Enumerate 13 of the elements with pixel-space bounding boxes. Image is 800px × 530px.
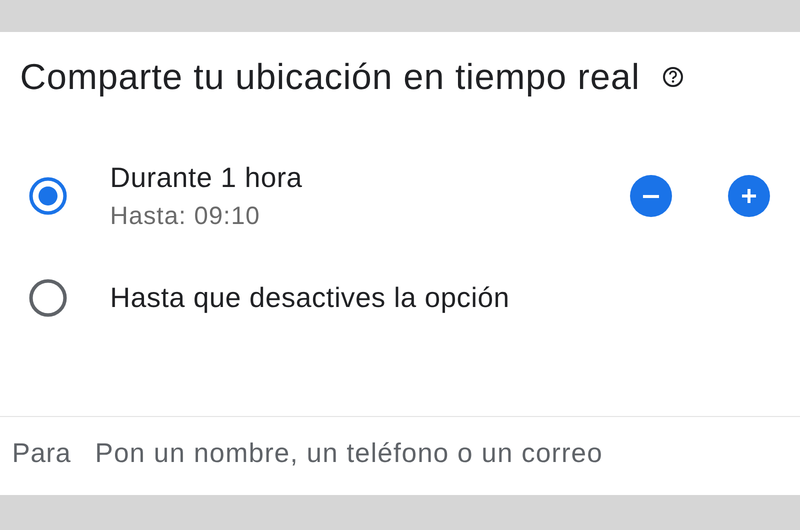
end-time-text: Hasta: 09:10 [110,202,262,230]
option-label: Durante 1 hora [110,162,304,194]
help-icon[interactable] [662,66,684,88]
radio-button[interactable] [28,278,68,318]
decrease-button[interactable] [630,175,672,217]
plus-icon [739,186,759,206]
minus-icon [643,194,659,198]
to-label: Para [12,438,72,468]
recipient-field[interactable]: Pon un nombre, un teléfono o un correo [95,438,736,468]
radio-button[interactable] [28,176,68,216]
dialog-title: Comparte tu ubicación en tiempo real [20,56,640,98]
increase-button[interactable] [728,175,770,217]
option-label: Hasta que desactives la opción [110,282,511,314]
